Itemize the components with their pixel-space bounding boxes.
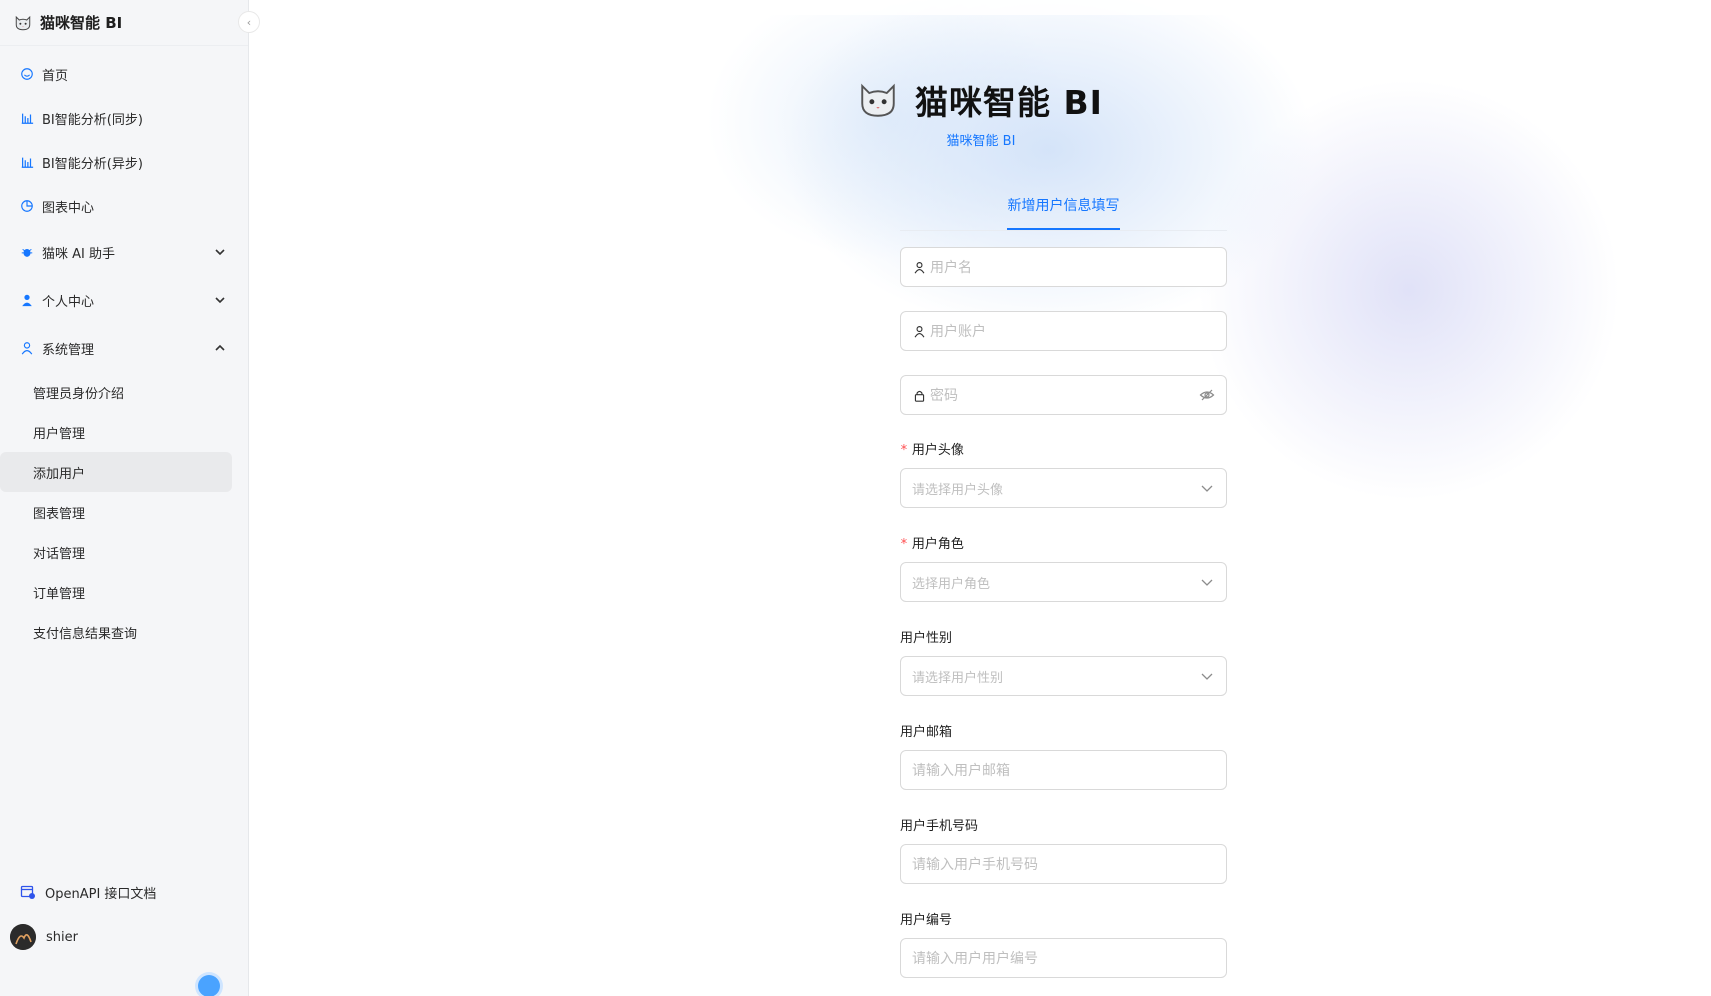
tab-add-user-info[interactable]: 新增用户信息填写	[1007, 195, 1120, 215]
role-placeholder: 选择用户角色	[912, 576, 991, 592]
main-content: 猫咪智能 BI 猫咪智能 BI 新增用户信息填写 用户名 用户账户 密码 * 用…	[249, 0, 1711, 996]
submenu-label: 图表管理	[33, 506, 86, 522]
user-icon	[20, 293, 34, 307]
chevron-down-icon	[1201, 579, 1213, 586]
sidebar-collapse-button[interactable]: ‹	[238, 11, 260, 33]
lock-icon	[912, 388, 926, 402]
page-title: 猫咪智能 BI	[915, 83, 1103, 122]
username-placeholder: 用户名	[930, 260, 972, 276]
sidebar-item-label: BI智能分析(同步)	[42, 112, 143, 128]
page-header: 猫咪智能 BI 猫咪智能 BI	[249, 76, 1711, 149]
user-outline-icon	[20, 341, 34, 355]
username-input[interactable]: 用户名	[900, 247, 1227, 287]
submenu-payment-query[interactable]: 支付信息结果查询	[0, 612, 232, 652]
sidebar-menu: 首页 BI智能分析(同步) BI智能分析(异步) 图表中心 猫咪 AI 助手 个…	[0, 46, 248, 652]
sidebar-item-bi-async[interactable]: BI智能分析(异步)	[0, 140, 232, 184]
email-label: 用户邮箱	[900, 725, 953, 740]
code-label: 用户编号	[900, 913, 953, 928]
code-placeholder: 请输入用户用户编号	[912, 951, 1038, 967]
sidebar: 猫咪智能 BI ‹ 首页 BI智能分析(同步) BI智能分析(异步) 图表中心 …	[0, 0, 260, 996]
submenu-label: 管理员身份介绍	[33, 386, 125, 402]
submenu-chart-manage[interactable]: 图表管理	[0, 492, 232, 532]
user-icon	[912, 260, 926, 274]
sidebar-item-bi-sync[interactable]: BI智能分析(同步)	[0, 96, 232, 140]
chat-bubble-icon[interactable]	[198, 975, 220, 996]
submenu-order-manage[interactable]: 订单管理	[0, 572, 232, 612]
bug-icon	[20, 245, 34, 259]
chevron-left-icon: ‹	[246, 15, 252, 29]
sidebar-item-personal[interactable]: 个人中心	[0, 276, 232, 324]
bar-chart-icon	[20, 111, 34, 125]
cat-logo-icon	[861, 83, 895, 117]
tab-ink-bar	[1007, 228, 1120, 230]
avatar	[10, 924, 36, 950]
sidebar-item-label: 图表中心	[42, 200, 95, 216]
avatar-select[interactable]: 请选择用户头像	[900, 468, 1227, 508]
sidebar-item-system[interactable]: 系统管理	[0, 324, 232, 372]
submenu-add-user[interactable]: 添加用户	[0, 452, 232, 492]
cat-logo-icon	[15, 15, 31, 30]
sidebar-item-chart-center[interactable]: 图表中心	[0, 184, 232, 228]
chevron-up-icon	[215, 344, 225, 351]
submenu-label: 订单管理	[33, 586, 86, 602]
submenu-admin-intro[interactable]: 管理员身份介绍	[0, 372, 232, 412]
form-tabs: 新增用户信息填写	[900, 195, 1227, 231]
chevron-down-icon	[215, 249, 225, 256]
password-placeholder: 密码	[930, 388, 958, 404]
phone-placeholder: 请输入用户手机号码	[912, 857, 1038, 873]
email-placeholder: 请输入用户邮箱	[912, 763, 1010, 779]
chevron-down-icon	[215, 297, 225, 304]
eye-invisible-icon[interactable]	[1199, 387, 1215, 403]
sidebar-item-label: BI智能分析(异步)	[42, 156, 143, 172]
password-input[interactable]: 密码	[900, 375, 1227, 415]
code-input[interactable]: 请输入用户用户编号	[900, 938, 1227, 978]
role-label: * 用户角色	[900, 533, 964, 552]
sidebar-footer: OpenAPI 接口文档 shier	[0, 872, 249, 962]
gender-label: 用户性别	[900, 631, 953, 646]
required-mark: *	[900, 537, 908, 552]
avatar-placeholder: 请选择用户头像	[912, 482, 1004, 498]
sidebar-item-ai-assistant[interactable]: 猫咪 AI 助手	[0, 228, 232, 276]
api-doc-icon	[20, 884, 36, 900]
openapi-link[interactable]: OpenAPI 接口文档	[0, 872, 249, 912]
sidebar-item-label: 首页	[42, 68, 69, 84]
page-subtitle: 猫咪智能 BI	[946, 134, 1016, 149]
phone-label: 用户手机号码	[900, 819, 979, 834]
app-title: 猫咪智能 BI	[40, 14, 123, 32]
sidebar-item-label: 猫咪 AI 助手	[42, 246, 115, 262]
submenu-label: 支付信息结果查询	[33, 626, 138, 642]
gender-placeholder: 请选择用户性别	[912, 670, 1004, 686]
submenu-label: 对话管理	[33, 546, 86, 562]
top-bar	[249, 0, 1711, 15]
account-placeholder: 用户账户	[930, 324, 986, 340]
email-input[interactable]: 请输入用户邮箱	[900, 750, 1227, 790]
pie-chart-icon	[20, 199, 34, 213]
gender-select[interactable]: 请选择用户性别	[900, 656, 1227, 696]
avatar-label-text: 用户头像	[911, 443, 964, 458]
role-select[interactable]: 选择用户角色	[900, 562, 1227, 602]
chevron-down-icon	[1201, 673, 1213, 680]
submenu-label: 用户管理	[33, 426, 86, 442]
user-profile[interactable]: shier	[0, 912, 249, 962]
account-input[interactable]: 用户账户	[900, 311, 1227, 351]
required-mark: *	[900, 443, 908, 458]
sidebar-item-label: 系统管理	[42, 342, 95, 358]
bar-chart-icon	[20, 155, 34, 169]
smile-icon	[20, 67, 34, 81]
user-icon	[912, 324, 926, 338]
phone-input[interactable]: 请输入用户手机号码	[900, 844, 1227, 884]
openapi-label: OpenAPI 接口文档	[45, 886, 157, 902]
sidebar-brand[interactable]: 猫咪智能 BI	[0, 0, 248, 46]
sidebar-item-home[interactable]: 首页	[0, 52, 232, 96]
chevron-down-icon	[1201, 485, 1213, 492]
submenu-user-manage[interactable]: 用户管理	[0, 412, 232, 452]
user-name: shier	[46, 929, 78, 945]
sidebar-item-label: 个人中心	[42, 294, 95, 310]
role-label-text: 用户角色	[911, 537, 964, 552]
submenu-chat-manage[interactable]: 对话管理	[0, 532, 232, 572]
submenu-label: 添加用户	[33, 466, 86, 482]
avatar-label: * 用户头像	[900, 439, 964, 458]
